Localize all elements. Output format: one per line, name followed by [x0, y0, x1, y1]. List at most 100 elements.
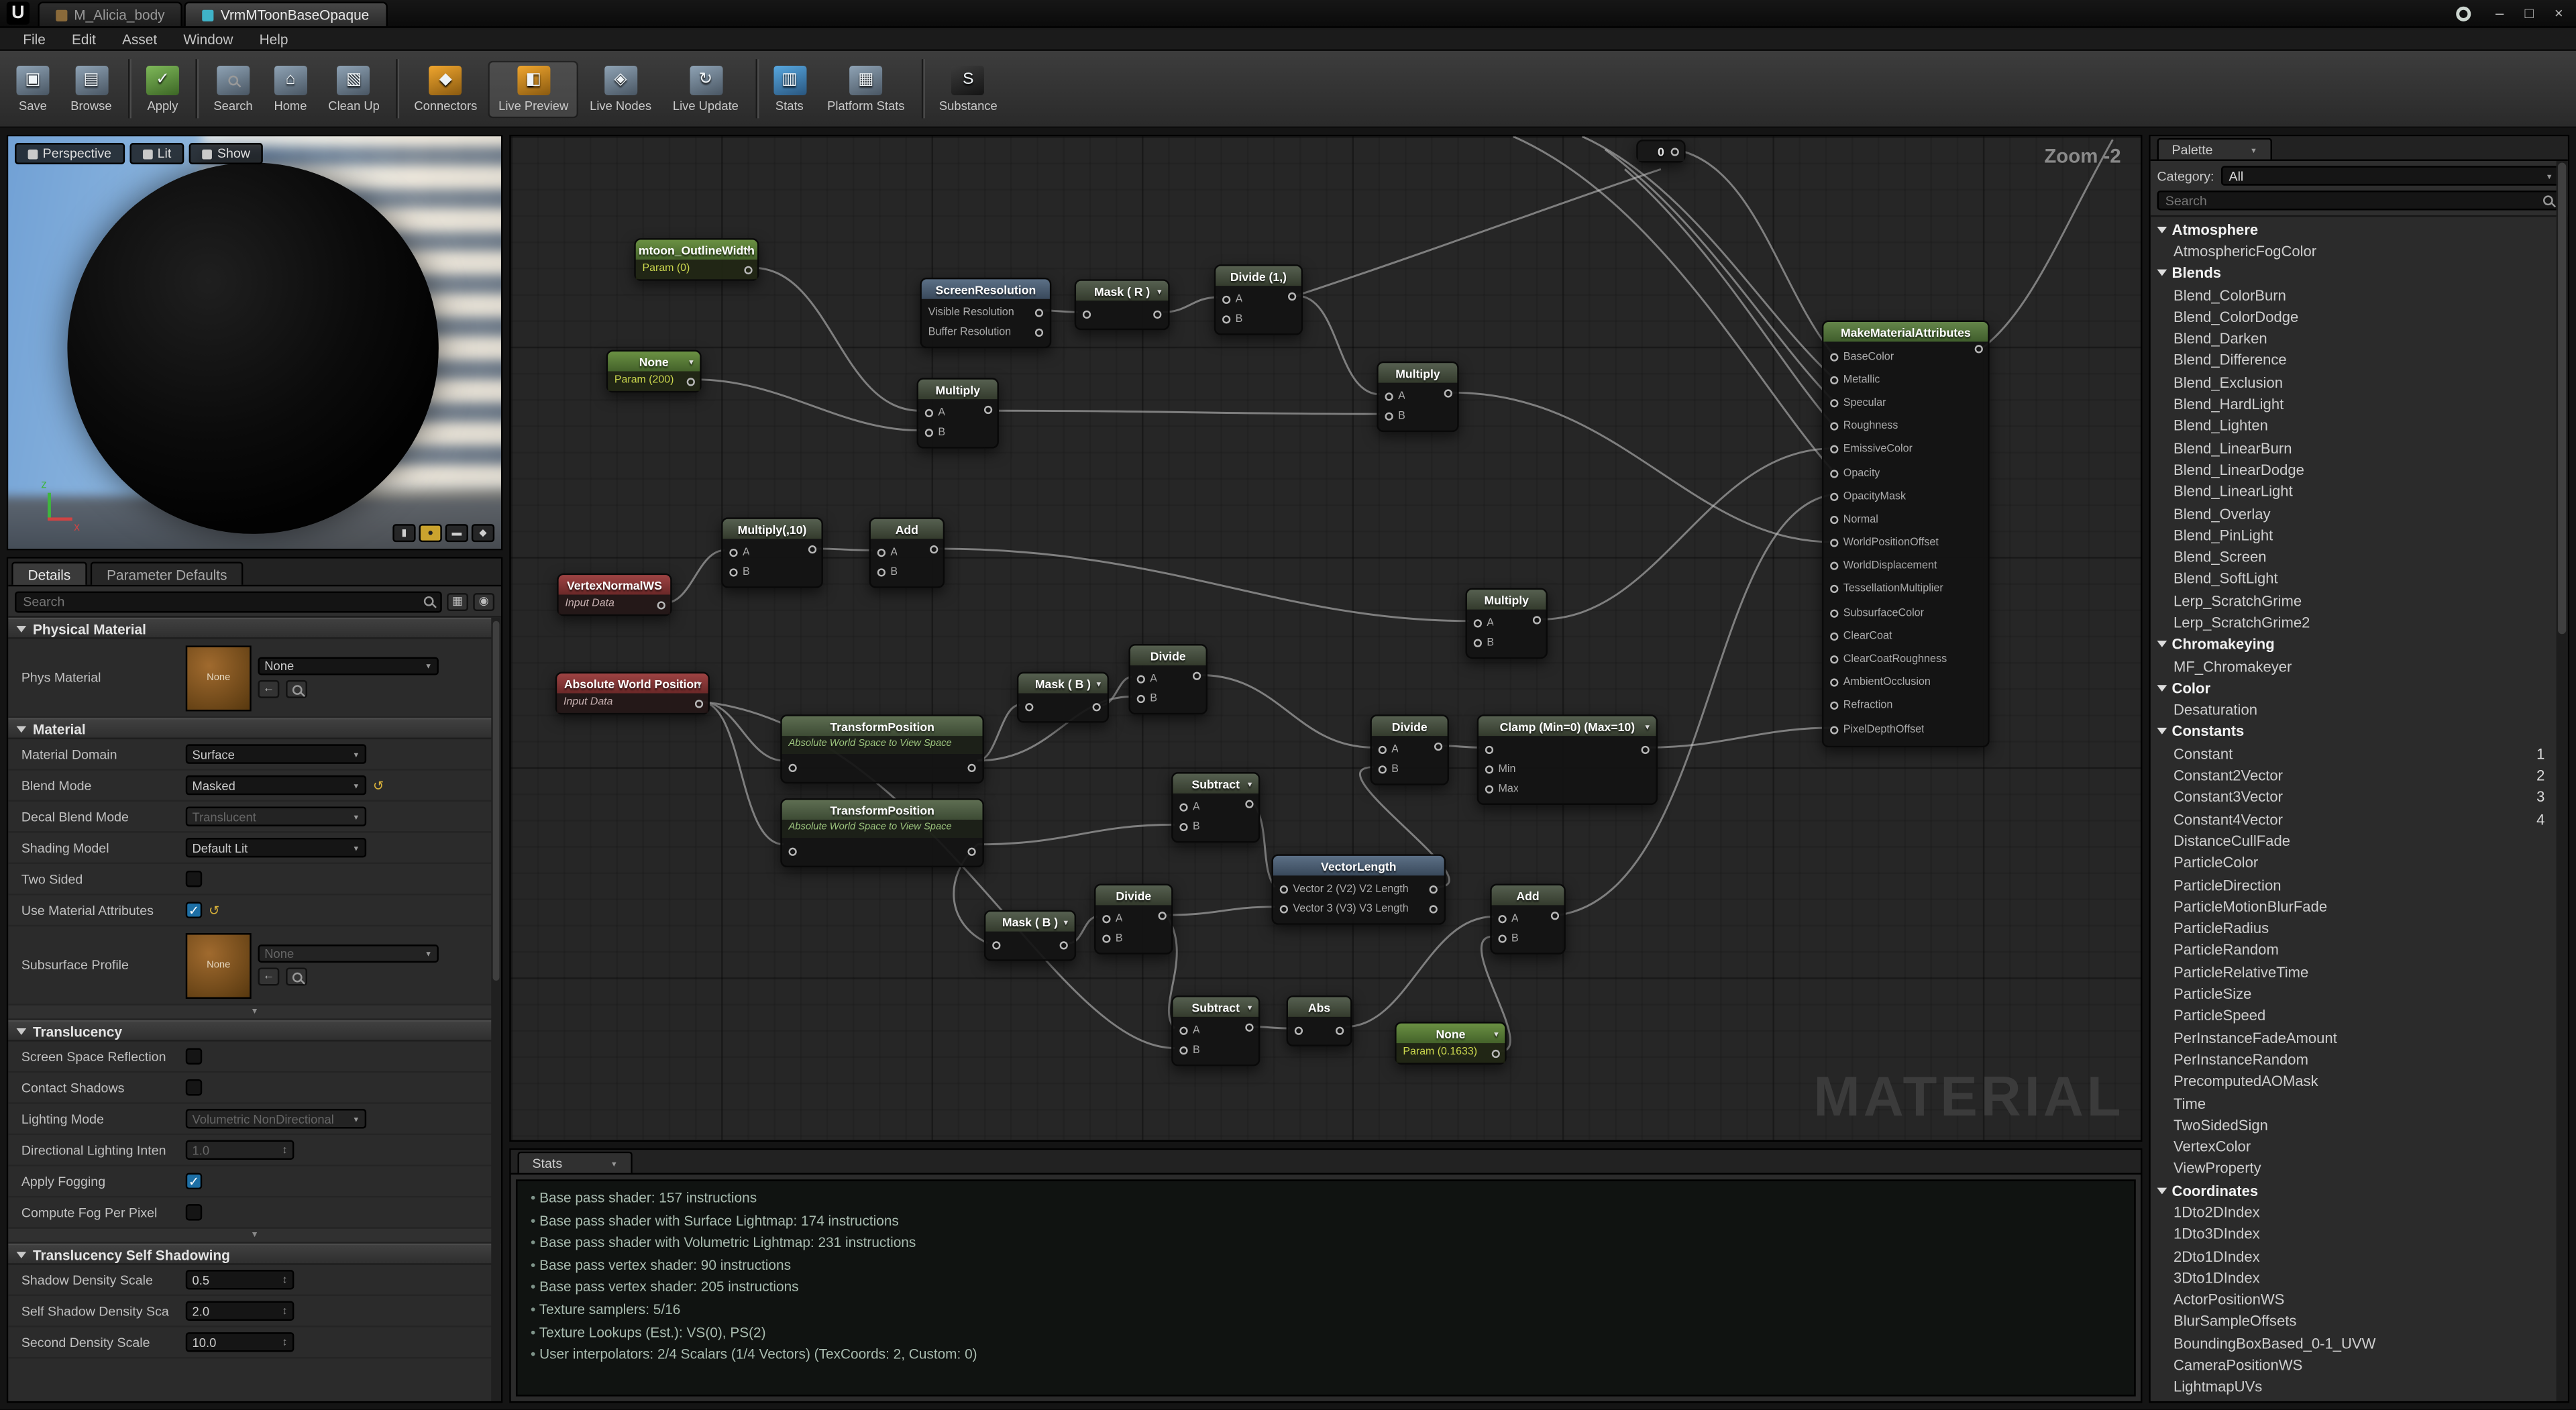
scrollbar-thumb[interactable]	[493, 621, 500, 981]
palette-item-particlemotionblurfade[interactable]: ParticleMotionBlurFade	[2151, 896, 2555, 918]
graph-node-10-vertexnormalws[interactable]: VertexNormalWSInput Data	[557, 574, 672, 616]
graph-node-13-transformposition[interactable]: TransformPositionAbsolute World Space to…	[780, 798, 984, 867]
palette-category-coordinates[interactable]: Coordinates	[2151, 1180, 2555, 1202]
material-graph-canvas[interactable]: 0mtoon_OutlineWidth▼Param (0)None▼Param …	[509, 135, 2142, 1142]
palette-item-vertexcolor[interactable]: VertexColor	[2151, 1136, 2555, 1158]
scrollbar-thumb[interactable]	[2558, 162, 2566, 634]
tab-parameter-defaults[interactable]: Parameter Defaults	[91, 562, 244, 585]
palette-item-lightmapuvs[interactable]: LightmapUVs	[2151, 1376, 2555, 1399]
status-circle-icon[interactable]	[2456, 6, 2471, 21]
input-pin-icon[interactable]	[1830, 562, 1838, 570]
use-selected-asset-icon[interactable]: ←	[258, 967, 279, 985]
palette-item-twosidedsign[interactable]: TwoSidedSign	[2151, 1114, 2555, 1136]
graph-node-22-multiply[interactable]: MultiplyAB	[1465, 588, 1547, 659]
input-pin-icon[interactable]	[1179, 802, 1187, 810]
palette-item-blend-colordodge[interactable]: Blend_ColorDodge	[2151, 306, 2555, 328]
input-pin-icon[interactable]	[1830, 586, 1838, 594]
graph-node-18-divide[interactable]: DivideAB	[1094, 884, 1173, 955]
palette-item-particlerelativetime[interactable]: ParticleRelativeTime	[2151, 961, 2555, 983]
input-pin-icon[interactable]	[1179, 1026, 1187, 1034]
palette-item-particledirection[interactable]: ParticleDirection	[2151, 874, 2555, 896]
output-pin-icon[interactable]	[1035, 328, 1043, 336]
palette-item-blend-colorburn[interactable]: Blend_ColorBurn	[2151, 284, 2555, 306]
section-header-material[interactable]: Material	[8, 718, 501, 739]
viewport-lit-button[interactable]: Lit	[129, 143, 184, 164]
palette-category-color[interactable]: Color	[2151, 677, 2555, 700]
output-pin-icon[interactable]	[1430, 904, 1438, 912]
palette-category-blends[interactable]: Blends	[2151, 262, 2555, 284]
output-pin-icon[interactable]	[1245, 800, 1253, 808]
input-pin-icon[interactable]	[992, 940, 1000, 948]
toolbar-live-nodes-button[interactable]: ◈Live Nodes	[580, 60, 661, 117]
output-pin-icon[interactable]	[1642, 745, 1650, 753]
toolbar-live-preview-button[interactable]: ◧Live Preview	[488, 60, 578, 117]
window-tab-vrmmtoonbaseopaque[interactable]: VrmMToonBaseOpaque	[184, 1, 387, 26]
expand-rows-button[interactable]: ▼	[8, 1006, 501, 1020]
input-pin-icon[interactable]	[1485, 784, 1493, 792]
toolbar-save-button[interactable]: ▣Save	[7, 60, 59, 117]
shading-model-dropdown[interactable]: Default Lit▼	[186, 838, 366, 857]
details-search-input[interactable]	[23, 594, 424, 608]
palette-item-1dto3dindex[interactable]: 1Dto3DIndex	[2151, 1224, 2555, 1246]
input-pin-icon[interactable]	[1474, 638, 1482, 646]
input-pin-icon[interactable]	[1102, 934, 1110, 942]
output-pin-icon[interactable]	[1434, 743, 1442, 751]
palette-item-perinstancefadeamount[interactable]: PerInstanceFadeAmount	[2151, 1027, 2555, 1049]
tab-details[interactable]: Details	[11, 562, 87, 585]
details-view-options-icon[interactable]: ▦	[447, 592, 468, 610]
input-pin-icon[interactable]	[1830, 446, 1838, 454]
input-pin-icon[interactable]	[1830, 539, 1838, 547]
palette-item-blend-darken[interactable]: Blend_Darken	[2151, 328, 2555, 350]
palette-item-constant4vector[interactable]: Constant4Vector4	[2151, 808, 2555, 830]
palette-item-blend-screen[interactable]: Blend_Screen	[2151, 546, 2555, 568]
input-pin-icon[interactable]	[1474, 618, 1482, 627]
input-pin-icon[interactable]	[1179, 822, 1187, 830]
input-pin-icon[interactable]	[789, 763, 797, 771]
palette-item-1dto2dindex[interactable]: 1Dto2DIndex	[2151, 1201, 2555, 1224]
input-pin-icon[interactable]	[729, 567, 737, 576]
browse-asset-icon[interactable]	[286, 680, 307, 698]
material-domain-dropdown[interactable]: Surface▼	[186, 744, 366, 763]
menu-file[interactable]: File	[10, 30, 59, 46]
input-pin-icon[interactable]	[1830, 423, 1838, 431]
preview-shape-sphere-icon[interactable]: ●	[419, 524, 441, 542]
input-pin-icon[interactable]	[1280, 904, 1288, 912]
output-pin-icon[interactable]	[1093, 702, 1101, 710]
input-pin-icon[interactable]	[1830, 399, 1838, 407]
input-pin-icon[interactable]	[1083, 310, 1091, 318]
palette-item-actorpositionws[interactable]: ActorPositionWS	[2151, 1289, 2555, 1311]
palette-item-boundingboxbased-0-1-uvw[interactable]: BoundingBoxBased_0-1_UVW	[2151, 1332, 2555, 1354]
input-pin-icon[interactable]	[1280, 885, 1288, 893]
palette-item-precomputedaomask[interactable]: PrecomputedAOMask	[2151, 1071, 2555, 1093]
graph-node-14-mask-b[interactable]: Mask ( B )▼	[1017, 672, 1109, 723]
section-header-physical-material[interactable]: Physical Material	[8, 618, 501, 639]
output-pin-icon[interactable]	[967, 847, 975, 855]
output-pin-icon[interactable]	[687, 378, 695, 386]
graph-node-8-multiply-10[interactable]: Multiply(,10)AB	[721, 517, 823, 588]
palette-item-particlecolor[interactable]: ParticleColor	[2151, 852, 2555, 874]
self-shadow-density-sca-spinner[interactable]: 2.0↕	[186, 1301, 294, 1321]
toolbar-apply-button[interactable]: ✓Apply	[136, 60, 189, 117]
palette-item-time[interactable]: Time	[2151, 1092, 2555, 1114]
toolbar-connectors-button[interactable]: ◆Connectors	[405, 60, 487, 117]
decal-blend-mode-dropdown[interactable]: Translucent▼	[186, 806, 366, 826]
palette-item-camerapositionws[interactable]: CameraPositionWS	[2151, 1354, 2555, 1376]
graph-node-5-divide-1[interactable]: Divide (1,)AB	[1214, 264, 1303, 335]
maximize-button[interactable]: □	[2515, 3, 2543, 24]
palette-item-mf-chromakeyer[interactable]: MF_Chromakeyer	[2151, 655, 2555, 677]
graph-node-25-abs[interactable]: Abs	[1287, 995, 1352, 1046]
output-pin-icon[interactable]	[1153, 310, 1161, 318]
input-pin-icon[interactable]	[1179, 1046, 1187, 1054]
palette-item-particlerandom[interactable]: ParticleRandom	[2151, 939, 2555, 961]
palette-search-input[interactable]	[2165, 193, 2543, 208]
output-pin-icon[interactable]	[1671, 148, 1679, 156]
input-pin-icon[interactable]	[1102, 914, 1110, 922]
output-pin-icon[interactable]	[1193, 672, 1201, 680]
palette-item-distancecullfade[interactable]: DistanceCullFade	[2151, 830, 2555, 853]
input-pin-icon[interactable]	[1830, 516, 1838, 524]
graph-node-1-mtoon-outlinewidth[interactable]: mtoon_OutlineWidth▼Param (0)	[634, 238, 759, 281]
input-pin-icon[interactable]	[1025, 702, 1033, 710]
palette-item-2dto1dindex[interactable]: 2Dto1DIndex	[2151, 1245, 2555, 1267]
graph-node-2-none[interactable]: None▼Param (200)	[606, 350, 702, 393]
details-search-box[interactable]	[15, 590, 442, 612]
